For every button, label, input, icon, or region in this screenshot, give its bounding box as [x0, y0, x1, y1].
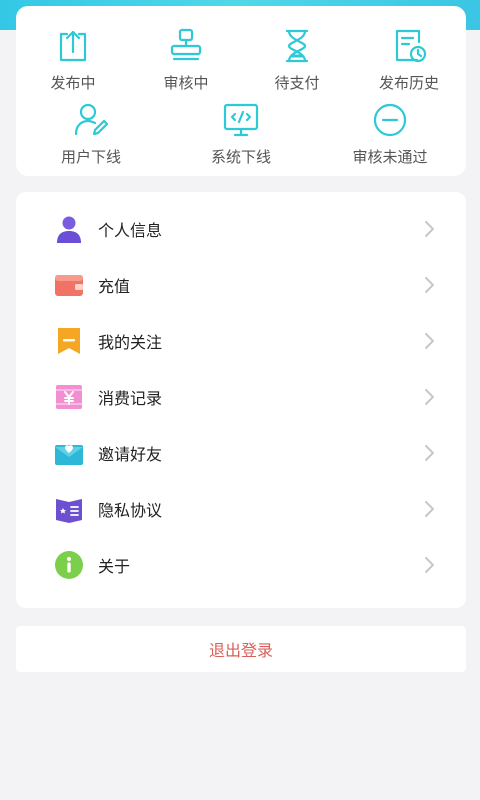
envelope-heart-icon — [54, 438, 84, 468]
upload-icon — [53, 26, 93, 66]
chevron-right-icon — [422, 555, 436, 575]
menu-item-label: 个人信息 — [98, 221, 163, 240]
status-item-reviewing[interactable]: 审核中 — [126, 26, 246, 93]
menu-item-about[interactable]: 关于 — [16, 537, 466, 593]
chevron-right-icon — [422, 275, 436, 295]
status-label: 用户下线 — [60, 148, 121, 166]
yuan-ticket-icon — [54, 382, 84, 412]
status-label: 待支付 — [274, 74, 320, 92]
menu-item-label: 消费记录 — [98, 389, 163, 408]
history-document-icon — [389, 26, 429, 66]
person-icon — [54, 214, 84, 244]
menu-item-label: 邀请好友 — [98, 445, 163, 464]
status-item-publishing[interactable]: 发布中 — [13, 26, 133, 93]
menu-item-personal-info[interactable]: 个人信息 — [16, 201, 466, 257]
book-icon — [54, 494, 84, 524]
logout-button[interactable]: 退出登录 — [16, 626, 466, 672]
menu-item-privacy-policy[interactable]: 隐私协议 — [16, 481, 466, 537]
menu-item-label: 隐私协议 — [98, 501, 163, 520]
chevron-right-icon — [422, 387, 436, 407]
bookmark-icon — [54, 326, 84, 356]
order-status-card: 发布中 审核中 待支付 发布历史 用户下线 系统下线 审核未通过 — [16, 6, 466, 176]
menu-item-label: 我的关注 — [98, 333, 163, 352]
wallet-icon — [54, 270, 84, 300]
status-item-system-offline[interactable]: 系统下线 — [181, 100, 301, 167]
menu-list: 个人信息 充值 我的关注 消费记录 邀请好友 隐私协议 关于 — [16, 192, 466, 608]
status-label: 系统下线 — [210, 148, 271, 166]
status-item-review-rejected[interactable]: 审核未通过 — [330, 100, 450, 167]
code-monitor-icon — [221, 100, 261, 140]
info-icon — [54, 550, 84, 580]
chevron-right-icon — [422, 443, 436, 463]
menu-item-recharge[interactable]: 充值 — [16, 257, 466, 313]
status-label: 审核中 — [163, 74, 209, 92]
status-item-user-offline[interactable]: 用户下线 — [31, 100, 151, 167]
status-label: 审核未通过 — [352, 148, 428, 166]
user-edit-icon — [71, 100, 111, 140]
menu-item-invite-friends[interactable]: 邀请好友 — [16, 425, 466, 481]
status-label: 发布中 — [50, 74, 96, 92]
menu-item-label: 关于 — [98, 557, 131, 576]
stamp-icon — [166, 26, 206, 66]
minus-circle-icon — [370, 100, 410, 140]
chevron-right-icon — [422, 331, 436, 351]
menu-item-label: 充值 — [98, 277, 131, 296]
status-item-publish-history[interactable]: 发布历史 — [349, 26, 469, 93]
status-label: 发布历史 — [378, 74, 439, 92]
chevron-right-icon — [422, 499, 436, 519]
menu-item-my-follows[interactable]: 我的关注 — [16, 313, 466, 369]
hourglass-icon — [277, 26, 317, 66]
status-item-pending-payment[interactable]: 待支付 — [237, 26, 357, 93]
menu-item-spending-records[interactable]: 消费记录 — [16, 369, 466, 425]
chevron-right-icon — [422, 219, 436, 239]
